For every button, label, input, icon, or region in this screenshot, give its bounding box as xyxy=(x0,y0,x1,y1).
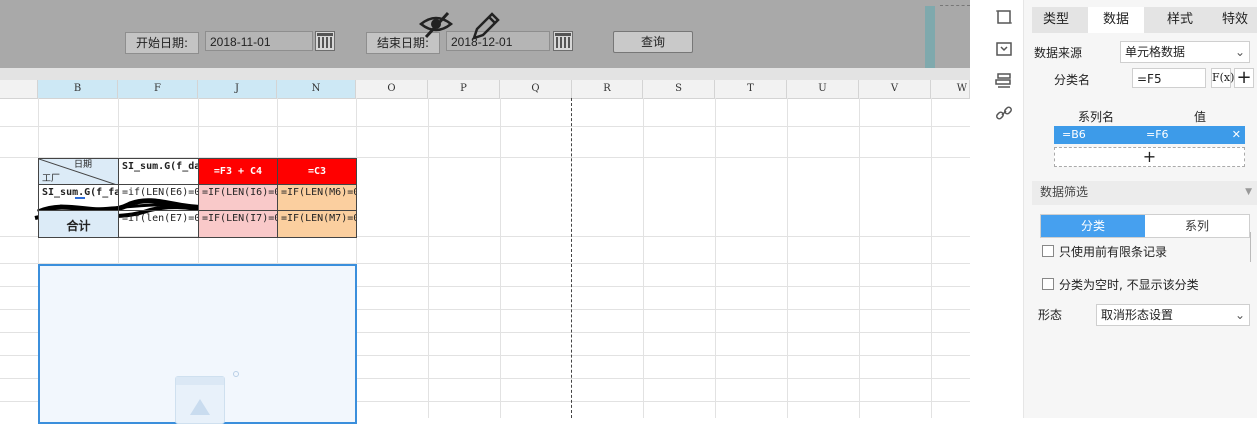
chart-placeholder-icon xyxy=(175,376,225,424)
chevron-down-icon: ⌄ xyxy=(1234,308,1245,322)
chart-element[interactable] xyxy=(38,264,357,424)
start-date-input[interactable]: 2018-11-01 xyxy=(205,31,313,51)
column-header[interactable]: V xyxy=(859,80,931,98)
column-header[interactable]: P xyxy=(428,80,500,98)
tab-effects[interactable]: 特效 xyxy=(1212,7,1257,33)
shape-select[interactable]: 取消形态设置 ⌄ xyxy=(1096,304,1250,326)
column-header[interactable]: J xyxy=(198,80,277,98)
page-break-line xyxy=(940,5,970,6)
formula-cell[interactable]: =IF(LEN(M7)=0,"",( xyxy=(277,210,357,238)
column-header[interactable]: U xyxy=(787,80,859,98)
parameter-bar: 开始日期: 2018-11-01 结束日期: 2018-12-01 查询 xyxy=(0,0,970,68)
column-header-row: B F J N O P Q R S T U V W xyxy=(0,80,970,99)
formula-cell[interactable]: =IF(LEN(I6)=0,"",( xyxy=(198,184,278,211)
data-filter-section[interactable]: 数据筛选 ▼ xyxy=(1032,181,1257,205)
sparkle-icon xyxy=(233,371,239,377)
column-header[interactable]: O xyxy=(356,80,428,98)
panel-tabs: 类型 数据 样式 特效 xyxy=(1032,7,1257,33)
formula-cell[interactable]: =if(len(E7)=0,"",( xyxy=(118,210,199,238)
formula-cell[interactable]: =IF(LEN(M6)=0,"",( xyxy=(277,184,357,211)
calendar-icon[interactable] xyxy=(553,31,573,51)
formula-button[interactable]: F(x) xyxy=(1211,68,1234,88)
column-line xyxy=(859,98,860,418)
column-header[interactable]: Q xyxy=(500,80,572,98)
row-line xyxy=(0,126,970,127)
series-name-cell[interactable]: =B6 xyxy=(1062,126,1086,144)
formula-cell[interactable]: =if(LEN(E6)=0,"",( xyxy=(118,184,199,211)
widget-icon[interactable] xyxy=(995,72,1013,90)
edit-icon[interactable] xyxy=(468,10,502,44)
factory-group-cell[interactable]: SI_sum.G(f_fac) xyxy=(38,184,119,211)
column-header[interactable]: F xyxy=(118,80,198,98)
date-group-cell[interactable]: SI_sum.G(f_date) xyxy=(118,158,199,185)
formula-header-cell[interactable]: =C3 xyxy=(277,158,357,185)
column-line xyxy=(643,98,644,418)
segment-series[interactable]: 系列 xyxy=(1145,215,1249,237)
tab-style[interactable]: 样式 xyxy=(1152,7,1208,33)
data-source-value: 单元格数据 xyxy=(1125,45,1186,59)
formula-cell[interactable]: =IF(LEN(I7)=0,"",( xyxy=(198,210,278,238)
limit-records-checkbox[interactable] xyxy=(1042,245,1054,257)
filter-segment-control: 分类 系列 xyxy=(1040,214,1250,238)
scroll-indicator xyxy=(1250,232,1251,262)
column-header[interactable]: W xyxy=(931,80,970,98)
corner-top-label: 日期 xyxy=(73,160,92,170)
hide-icon[interactable] xyxy=(418,10,454,40)
hide-empty-checkbox[interactable] xyxy=(1042,278,1054,290)
column-header[interactable]: B xyxy=(38,80,118,98)
series-value-cell[interactable]: =F6 xyxy=(1146,126,1169,144)
chevron-down-icon: ⌄ xyxy=(1234,45,1245,59)
add-icon[interactable]: + xyxy=(1234,68,1254,88)
element-toolstrip xyxy=(985,0,1023,418)
column-header[interactable]: N xyxy=(277,80,356,98)
column-line xyxy=(787,98,788,418)
formula-header-cell[interactable]: =F3 + C4 xyxy=(198,158,278,185)
column-header[interactable]: T xyxy=(715,80,787,98)
start-date-label: 开始日期: xyxy=(125,32,200,54)
series-row[interactable]: =B6 =F6 ✕ xyxy=(1054,126,1245,144)
header-band xyxy=(0,68,970,80)
tab-type[interactable]: 类型 xyxy=(1032,7,1080,33)
column-line xyxy=(715,98,716,418)
link-icon[interactable] xyxy=(995,104,1013,122)
query-button[interactable]: 查询 xyxy=(613,31,693,53)
data-source-label: 数据来源 xyxy=(1034,46,1083,60)
category-name-label: 分类名 xyxy=(1054,73,1091,87)
add-series-button[interactable]: + xyxy=(1054,147,1245,167)
shape-value: 取消形态设置 xyxy=(1101,308,1174,322)
calendar-icon[interactable] xyxy=(315,31,335,51)
cell-element-icon[interactable] xyxy=(995,8,1013,26)
total-cell[interactable]: 合计 xyxy=(38,210,119,238)
data-source-select[interactable]: 单元格数据 ⌄ xyxy=(1120,41,1250,63)
column-line xyxy=(500,98,501,418)
column-header[interactable]: R xyxy=(572,80,643,98)
collapse-icon[interactable]: ▼ xyxy=(1245,181,1252,203)
vertical-scrollbar[interactable] xyxy=(925,6,935,68)
column-line xyxy=(931,98,932,418)
chart-element-icon[interactable] xyxy=(995,40,1013,58)
data-filter-label: 数据筛选 xyxy=(1040,185,1089,199)
series-table-header: 系列名 值 xyxy=(1054,108,1250,124)
tab-data[interactable]: 数据 xyxy=(1088,7,1144,33)
close-icon[interactable]: ✕ xyxy=(1232,126,1241,144)
column-header[interactable]: S xyxy=(643,80,715,98)
column-header[interactable] xyxy=(0,80,38,98)
column-line xyxy=(428,98,429,418)
series-name-header: 系列名 xyxy=(1078,110,1115,124)
category-name-input[interactable]: =F5 xyxy=(1132,68,1206,88)
corner-header-cell[interactable]: 日期 工厂 xyxy=(38,158,119,185)
spreadsheet-grid[interactable]: B F J N O P Q R S T U V W 日期 工厂 SI_sum.G… xyxy=(0,68,970,424)
property-panel: 类型 数据 样式 特效 数据来源 单元格数据 ⌄ 分类名 =F5 F(x) + … xyxy=(1023,0,1257,418)
page-break-line xyxy=(571,98,572,418)
hide-empty-label: 分类为空时, 不显示该分类 xyxy=(1059,278,1199,292)
limit-records-label: 只使用前有限条记录 xyxy=(1059,245,1168,259)
segment-category[interactable]: 分类 xyxy=(1041,215,1145,237)
shape-label: 形态 xyxy=(1038,308,1063,322)
value-header: 值 xyxy=(1194,110,1207,124)
